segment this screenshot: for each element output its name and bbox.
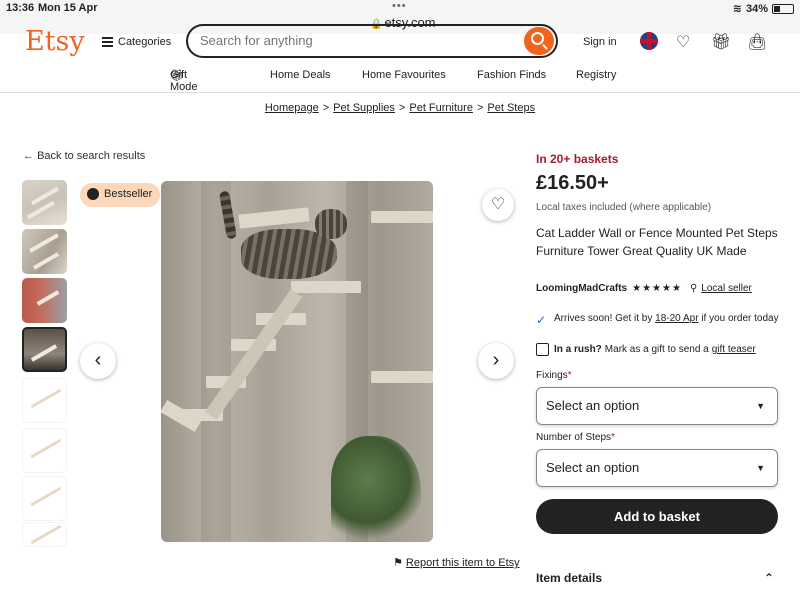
gift-checkbox[interactable] bbox=[536, 343, 549, 356]
nav-item-registry[interactable]: Registry bbox=[576, 69, 616, 81]
caret-down-icon: ▼ bbox=[756, 463, 765, 473]
thumbnail-3[interactable] bbox=[22, 278, 67, 323]
thumbnail-4-selected[interactable] bbox=[22, 327, 67, 372]
bestseller-label: Bestseller bbox=[104, 188, 153, 200]
local-seller-link[interactable]: Local seller bbox=[701, 283, 752, 294]
breadcrumb: Homepage > Pet Supplies > Pet Furniture > Pet … bbox=[0, 102, 800, 114]
plant-figure bbox=[331, 436, 421, 542]
etsy-logo[interactable]: Etsy bbox=[25, 26, 85, 57]
breadcrumb-pet-supplies[interactable]: Pet Supplies bbox=[333, 102, 395, 114]
item-details-toggle[interactable]: Item details ⌃ bbox=[536, 571, 780, 585]
flag-icon[interactable] bbox=[640, 32, 658, 50]
fixings-label-text: Fixings bbox=[536, 370, 568, 381]
favorite-button[interactable]: ♡ bbox=[482, 189, 514, 221]
required-mark: * bbox=[611, 432, 615, 443]
battery-icon bbox=[772, 3, 794, 14]
search-icon bbox=[531, 32, 544, 45]
report-link[interactable]: Report this item to Etsy bbox=[406, 557, 520, 569]
gift-teaser-link[interactable]: gift teaser bbox=[712, 344, 756, 355]
nav-item-fashion-finds[interactable]: Fashion Finds bbox=[477, 69, 546, 81]
thumbnail-1[interactable] bbox=[22, 180, 67, 225]
chevron-left-icon: ‹ bbox=[94, 349, 102, 371]
required-mark: * bbox=[567, 370, 572, 381]
divider bbox=[0, 92, 800, 93]
signin-link[interactable]: Sign in bbox=[583, 36, 617, 48]
search-input[interactable] bbox=[200, 26, 520, 54]
wifi-icon: ≋ bbox=[732, 3, 742, 15]
thumbnail-7[interactable] bbox=[22, 476, 67, 521]
steps-select-value: Select an option bbox=[546, 460, 640, 475]
search-button[interactable] bbox=[524, 27, 554, 55]
tax-note: Local taxes included (where applicable) bbox=[536, 202, 712, 213]
product-title: Cat Ladder Wall or Fence Mounted Pet Ste… bbox=[536, 226, 778, 258]
search-bar bbox=[186, 24, 558, 58]
gift-icon[interactable]: 🎁︎ bbox=[711, 32, 731, 52]
back-to-search-link[interactable]: ← Back to search results bbox=[23, 150, 145, 162]
prev-image-button[interactable]: ‹ bbox=[80, 343, 116, 379]
add-to-basket-button[interactable]: Add to basket bbox=[536, 499, 778, 534]
breadcrumb-separator: > bbox=[322, 102, 330, 114]
seller-row: LoomingMadCrafts ★★★★★ ⚲ Local seller bbox=[536, 283, 780, 294]
fixings-select-value: Select an option bbox=[546, 398, 640, 413]
price: £16.50+ bbox=[536, 172, 609, 194]
back-label: Back to search results bbox=[37, 150, 146, 162]
site-header: Etsy Categories Sign in ♡ 🎁︎ 👜︎ bbox=[0, 24, 800, 60]
steps-label: Number of Steps* bbox=[536, 432, 780, 443]
breadcrumb-pet-furniture[interactable]: Pet Furniture bbox=[409, 102, 473, 114]
fixings-select[interactable]: Select an option ▼ bbox=[536, 387, 778, 425]
rating-stars[interactable]: ★★★★★ bbox=[632, 283, 682, 294]
breadcrumb-homepage[interactable]: Homepage bbox=[265, 102, 319, 114]
more-dots-icon[interactable]: ••• bbox=[392, 0, 407, 12]
arrow-left-icon: ← bbox=[23, 150, 38, 162]
thumbnail-2[interactable] bbox=[22, 229, 67, 274]
baskets-indicator: In 20+ baskets bbox=[536, 152, 619, 166]
seller-name[interactable]: LoomingMadCrafts bbox=[536, 283, 627, 294]
chevron-right-icon: › bbox=[492, 349, 500, 371]
nav-label: Gift Mode bbox=[170, 69, 198, 93]
rush-text: Mark as a gift to send a bbox=[604, 344, 709, 355]
category-nav: 🎁︎ Gift Mode Home Deals Home Favourites … bbox=[0, 69, 800, 93]
item-details-label: Item details bbox=[536, 571, 603, 585]
arrives-prefix: Arrives soon! Get it by bbox=[554, 313, 653, 324]
delivery-estimate: ✓ Arrives soon! Get it by 18-20 Apr if y… bbox=[536, 312, 780, 327]
categories-button[interactable]: Categories bbox=[102, 35, 171, 49]
flag-report-icon: ⚑ bbox=[393, 557, 406, 569]
nav-item-home-favourites[interactable]: Home Favourites bbox=[362, 69, 446, 81]
battery-percent: 34% bbox=[745, 2, 768, 15]
heart-icon[interactable]: ♡ bbox=[676, 32, 690, 52]
status-date: Mon 15 Apr bbox=[38, 2, 98, 14]
arrives-date-link[interactable]: 18-20 Apr bbox=[655, 313, 698, 324]
thumbnail-5[interactable] bbox=[22, 378, 67, 423]
rush-bold: In a rush? bbox=[554, 344, 602, 355]
fixings-label: Fixings* bbox=[536, 370, 780, 381]
thumbnail-6[interactable] bbox=[22, 428, 67, 473]
heart-icon: ♡ bbox=[490, 196, 506, 213]
hamburger-icon bbox=[102, 35, 113, 49]
location-pin-icon: ⚲ bbox=[689, 283, 698, 294]
chevron-up-icon: ⌃ bbox=[764, 571, 775, 585]
categories-label: Categories bbox=[118, 36, 172, 48]
status-right: ≋ 34% bbox=[733, 2, 794, 15]
bestseller-badge: Bestseller bbox=[80, 183, 161, 207]
breadcrumb-separator: > bbox=[476, 102, 484, 114]
arrives-suffix: if you order today bbox=[701, 313, 779, 324]
breadcrumb-separator: > bbox=[398, 102, 406, 114]
report-item: ⚑ Report this item to Etsy bbox=[393, 556, 520, 569]
nav-item-home-deals[interactable]: Home Deals bbox=[270, 69, 331, 81]
steps-select[interactable]: Select an option ▼ bbox=[536, 449, 778, 487]
caret-down-icon: ▼ bbox=[756, 401, 765, 411]
award-icon bbox=[87, 188, 99, 200]
next-image-button[interactable]: › bbox=[478, 343, 514, 379]
status-time: 13:36 bbox=[6, 2, 35, 14]
thumbnail-8[interactable] bbox=[22, 522, 67, 547]
basket-icon[interactable]: 👜︎ bbox=[747, 32, 767, 52]
breadcrumb-pet-steps[interactable]: Pet Steps bbox=[487, 102, 535, 114]
cat-figure bbox=[218, 190, 347, 296]
steps-label-text: Number of Steps bbox=[536, 432, 612, 443]
check-icon: ✓ bbox=[536, 313, 547, 327]
product-main-image[interactable] bbox=[161, 181, 433, 542]
rush-gift-option: In a rush? Mark as a gift to send a gift… bbox=[536, 343, 780, 356]
